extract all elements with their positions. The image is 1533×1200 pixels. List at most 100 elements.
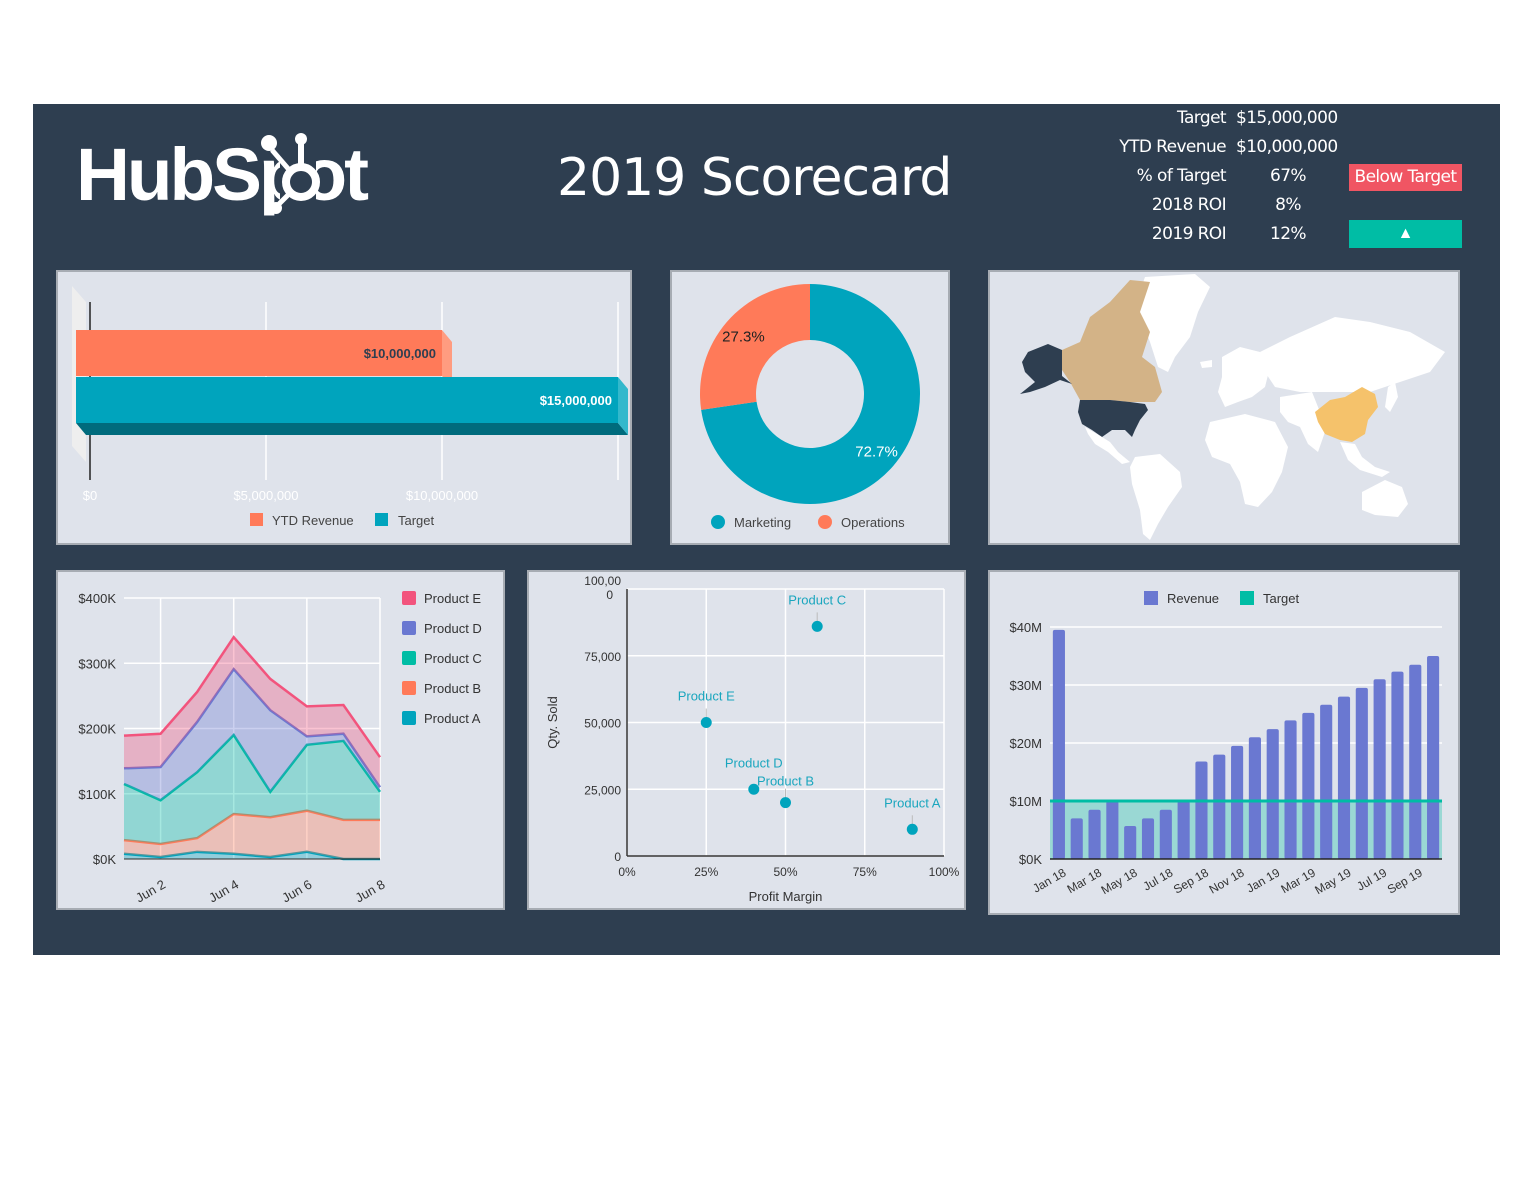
y-tick-label: $40M [1009, 620, 1042, 635]
product-sales-chart: $0K $100K $200K $300K $400K Jun 2 Jun 4 Jun 6 Ju… [78, 591, 482, 906]
bar-data-label: $15,000,000 [540, 393, 612, 408]
roi-up-badge: ▲ [1349, 220, 1462, 248]
map-region-russia[interactable] [1260, 317, 1445, 392]
y-tick-label: $400K [78, 591, 116, 606]
x-axis-title: Profit Margin [749, 889, 823, 904]
margin-qty-chart: 0% 25% 50% 75% 100% 0 25,000 50,000 75,000 100,00… [545, 574, 960, 904]
y-tick-label: $100K [78, 787, 116, 802]
revenue-bar [1213, 754, 1226, 859]
donut-slice-operations [700, 284, 810, 410]
scatter-label: Product B [757, 774, 814, 789]
revenue-target-panel: $0K $10M $20M $30M $40M Jan 18 Mar 18 May 18 Jul… [988, 570, 1460, 915]
x-tick-label: Jun 4 [206, 877, 241, 906]
y-tick-label: $10M [1009, 794, 1042, 809]
x-tick-label: Nov 18 [1207, 865, 1247, 896]
legend-swatch-marketing [711, 515, 725, 529]
product-sales-panel: $0K $100K $200K $300K $400K Jun 2 Jun 4 Jun 6 Ju… [56, 570, 505, 910]
revenue-target-chart: $0K$10M$20M$30M$40MJan 18Mar 18May 18 Jul… [1009, 591, 1442, 897]
y-tick-label: 75,000 [584, 650, 621, 664]
revenue-bar [1088, 809, 1101, 859]
x-tick-label: Mar 19 [1279, 865, 1319, 896]
map-region-africa[interactable] [1205, 414, 1288, 507]
legend-swatch-target [1240, 591, 1254, 605]
legend-swatch-ytd-revenue [250, 513, 263, 526]
revenue-bar [1159, 809, 1172, 859]
revenue-bar [1195, 761, 1208, 859]
y-tick-label: $30M [1009, 678, 1042, 693]
revenue-bar [1141, 818, 1155, 859]
kpi-value-ytd: $10,000,000 [1236, 137, 1338, 157]
y-tick-label: $200K [78, 722, 116, 737]
revenue-bar [1391, 671, 1404, 859]
bar-bottom-face [76, 423, 628, 435]
legend-swatch-product-b [402, 681, 416, 695]
x-tick-label: Sep 18 [1171, 865, 1211, 896]
x-tick-label: 50% [773, 865, 797, 879]
legend-swatch-product-e [402, 591, 416, 605]
revenue-bar [1052, 629, 1065, 859]
map-region-se-asia[interactable] [1340, 442, 1390, 477]
x-tick-label: Mar 18 [1065, 865, 1105, 896]
kpi-label-pct: % of Target [1136, 166, 1227, 186]
spend-split-chart: 72.7% 27.3% Marketing Operations [700, 284, 920, 530]
map-region-greenland[interactable] [1138, 274, 1210, 372]
x-tick-label: May 18 [1099, 865, 1140, 897]
map-region-japan[interactable] [1385, 382, 1398, 412]
legend-label-product-c: Product C [424, 651, 482, 666]
x-tick-label: $0 [83, 488, 97, 503]
page-title: 2019 Scorecard [557, 148, 952, 208]
scatter-point-product-a [906, 823, 918, 835]
kpi-label-target: Target [1177, 108, 1227, 128]
scatter-point-product-c [811, 620, 823, 632]
x-tick-label: Jul 19 [1354, 865, 1389, 893]
legend-swatch-product-d [402, 621, 416, 635]
ytd-target-panel: $0 $5,000,000 $10,000,000 $10,000,000 $15,00… [56, 270, 632, 545]
revenue-bar [1355, 687, 1368, 859]
map-region-china[interactable] [1315, 387, 1378, 442]
x-tick-label: Jul 18 [1141, 865, 1176, 893]
revenue-bar [1284, 720, 1297, 859]
x-tick-label: 0% [618, 865, 636, 879]
legend-swatch-operations [818, 515, 832, 529]
revenue-bar [1177, 801, 1190, 859]
kpi-value-target: $15,000,000 [1236, 108, 1338, 128]
y-tick-label: $20M [1009, 736, 1042, 751]
legend-swatch-target [375, 513, 388, 526]
bar-target [76, 377, 618, 423]
spend-split-panel: 72.7% 27.3% Marketing Operations [670, 270, 950, 545]
revenue-bar [1409, 664, 1422, 859]
x-tick-label: Sep 19 [1385, 865, 1425, 896]
scatter-point-product-e [700, 717, 712, 728]
map-region-australia[interactable] [1362, 480, 1408, 517]
legend-label-target: Target [1263, 591, 1300, 606]
logo-text: HubSpot [76, 133, 368, 216]
scatter-label: Product C [788, 592, 846, 607]
revenue-bar [1320, 704, 1333, 859]
map-region-iceland[interactable] [1200, 360, 1212, 368]
legend-label-operations: Operations [841, 515, 905, 530]
y-axis-title: Qty. Sold [545, 696, 560, 749]
hubspot-logo: HubSpot [76, 133, 371, 216]
revenue-bar [1373, 679, 1386, 859]
legend-swatch-revenue [1144, 591, 1158, 605]
below-target-badge: Below Target [1349, 164, 1462, 191]
legend-label-target: Target [398, 513, 435, 528]
revenue-bar [1337, 696, 1351, 859]
y-tick-label: 100,00 [584, 574, 621, 588]
donut-data-label: 72.7% [855, 444, 898, 461]
margin-qty-panel: 0% 25% 50% 75% 100% 0 25,000 50,000 75,000 100,00… [527, 570, 966, 910]
revenue-bar [1106, 801, 1119, 859]
y-tick-label: 0 [614, 850, 621, 864]
y-tick-label: $300K [78, 656, 116, 671]
x-tick-label: Jun 6 [279, 877, 314, 906]
kpi-label-roi2018: 2018 ROI [1151, 195, 1227, 215]
legend-label-revenue: Revenue [1167, 591, 1219, 606]
scatter-point-product-b [780, 797, 791, 809]
revenue-bar [1248, 737, 1261, 859]
x-tick-label: Jan 18 [1030, 865, 1068, 895]
legend-label-ytd-revenue: YTD Revenue [272, 513, 354, 528]
kpi-label-ytd: YTD Revenue [1119, 137, 1226, 157]
legend-label-product-d: Product D [424, 621, 482, 636]
map-region-south-america[interactable] [1130, 454, 1182, 540]
x-tick-label: Jan 19 [1244, 865, 1282, 895]
